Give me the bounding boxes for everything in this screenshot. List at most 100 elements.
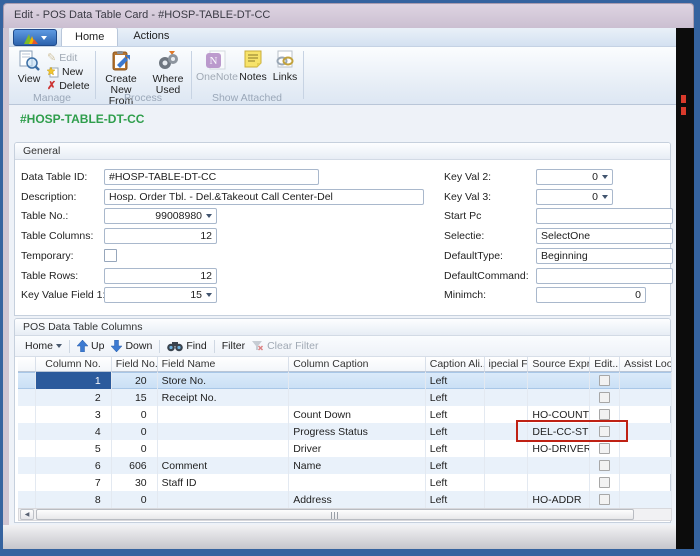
cell-special[interactable]: [485, 474, 529, 491]
cell-field_name[interactable]: [158, 406, 290, 423]
col-header-align[interactable]: Caption Ali...: [426, 357, 485, 372]
cell-field_name[interactable]: Store No.: [158, 372, 290, 389]
subform-header[interactable]: POS Data Table Columns: [15, 319, 670, 336]
cell-special[interactable]: [485, 440, 529, 457]
cell-edit[interactable]: [590, 457, 620, 474]
cell-edit[interactable]: [590, 474, 620, 491]
cell-column_no[interactable]: 3: [36, 406, 112, 423]
cell-align[interactable]: Left: [426, 457, 485, 474]
edit-checkbox[interactable]: [599, 460, 610, 471]
scrollbar-thumb[interactable]: [36, 509, 634, 520]
cell-caption[interactable]: Count Down: [289, 406, 426, 423]
cell-edit[interactable]: [590, 389, 620, 406]
dropdown-arrow-icon[interactable]: [602, 175, 608, 179]
horizontal-scrollbar[interactable]: ◀: [18, 508, 672, 521]
cell-field_no[interactable]: 606: [112, 457, 158, 474]
cell-field_no[interactable]: 0: [112, 440, 158, 457]
tab-home[interactable]: Home: [61, 28, 118, 46]
field-input[interactable]: [536, 268, 673, 284]
cell-align[interactable]: Left: [426, 372, 485, 389]
cell-source[interactable]: [528, 372, 590, 389]
cell-source[interactable]: HO-DRIVER: [528, 440, 590, 457]
cell-special[interactable]: [485, 491, 529, 508]
cell-field_name[interactable]: Staff ID: [158, 474, 290, 491]
cell-assist[interactable]: [620, 457, 672, 474]
field-input[interactable]: 0: [536, 287, 646, 303]
cell-column_no[interactable]: 1: [36, 372, 112, 389]
cell-selector[interactable]: [18, 423, 36, 440]
dropdown-arrow-icon[interactable]: [602, 195, 608, 199]
cell-field_name[interactable]: Comment: [158, 457, 290, 474]
cell-field_no[interactable]: 15: [112, 389, 158, 406]
col-header-edit[interactable]: Edit...: [590, 357, 620, 372]
col-header-caption[interactable]: Column Caption: [289, 357, 426, 372]
cell-selector[interactable]: [18, 440, 36, 457]
table-row[interactable]: 80 AddressLeft HO-ADDR: [18, 491, 672, 508]
cell-column_no[interactable]: 2: [36, 389, 112, 406]
edit-checkbox[interactable]: [599, 409, 610, 420]
edit-checkbox[interactable]: [599, 477, 610, 488]
table-row[interactable]: 50 DriverLeft HO-DRIVER: [18, 440, 672, 457]
cell-align[interactable]: Left: [426, 423, 485, 440]
cell-selector[interactable]: [18, 372, 36, 389]
cell-column_no[interactable]: 6: [36, 457, 112, 474]
edit-checkbox[interactable]: [599, 375, 610, 386]
cell-align[interactable]: Left: [426, 474, 485, 491]
view-button[interactable]: View: [13, 49, 45, 85]
cell-assist[interactable]: [620, 372, 672, 389]
cell-field_name[interactable]: [158, 491, 290, 508]
cell-align[interactable]: Left: [426, 491, 485, 508]
onenote-button[interactable]: N OneNote: [196, 49, 236, 83]
cell-source[interactable]: HO-ADDR: [528, 491, 590, 508]
find-button[interactable]: Find: [167, 340, 206, 352]
move-down-button[interactable]: Down: [111, 340, 152, 352]
table-row[interactable]: 6606CommentNameLeft: [18, 457, 672, 474]
field-input[interactable]: [536, 208, 673, 224]
cell-caption[interactable]: [289, 474, 426, 491]
edit-button[interactable]: ✎ Edit: [47, 51, 77, 64]
field-input[interactable]: 0: [536, 189, 613, 205]
clear-filter-button[interactable]: Clear Filter: [252, 340, 318, 352]
cell-caption[interactable]: Address: [289, 491, 426, 508]
tab-actions[interactable]: Actions: [120, 28, 182, 46]
general-fasttab-header[interactable]: General: [15, 143, 670, 160]
cell-align[interactable]: Left: [426, 406, 485, 423]
cell-source[interactable]: [528, 389, 590, 406]
move-up-button[interactable]: Up: [77, 340, 104, 352]
cell-selector[interactable]: [18, 457, 36, 474]
delete-button[interactable]: ✗ Delete: [47, 79, 90, 92]
cell-field_no[interactable]: 0: [112, 491, 158, 508]
col-header-assist[interactable]: Assist Look...: [620, 357, 672, 372]
notes-button[interactable]: Notes: [238, 49, 268, 83]
cell-assist[interactable]: [620, 440, 672, 457]
cell-selector[interactable]: [18, 389, 36, 406]
new-button[interactable]: New: [47, 65, 83, 78]
cell-special[interactable]: [485, 389, 529, 406]
cell-column_no[interactable]: 7: [36, 474, 112, 491]
table-row[interactable]: 730Staff IDLeft: [18, 474, 672, 491]
cell-special[interactable]: [485, 372, 529, 389]
application-menu-button[interactable]: [13, 29, 57, 46]
cell-source[interactable]: [528, 457, 590, 474]
col-header-special[interactable]: ipecial Fiel...: [485, 357, 529, 372]
cell-caption[interactable]: Driver: [289, 440, 426, 457]
cell-selector[interactable]: [18, 474, 36, 491]
cell-edit[interactable]: [590, 491, 620, 508]
cell-field_name[interactable]: [158, 423, 290, 440]
cell-field_name[interactable]: [158, 440, 290, 457]
cell-caption[interactable]: Progress Status: [289, 423, 426, 440]
cell-special[interactable]: [485, 457, 529, 474]
edit-checkbox[interactable]: [599, 392, 610, 403]
cell-assist[interactable]: [620, 474, 672, 491]
filter-button[interactable]: Filter: [222, 340, 245, 352]
cell-field_no[interactable]: 0: [112, 406, 158, 423]
cell-assist[interactable]: [620, 491, 672, 508]
cell-column_no[interactable]: 5: [36, 440, 112, 457]
field-input[interactable]: Beginning: [536, 248, 673, 264]
cell-align[interactable]: Left: [426, 440, 485, 457]
cell-edit[interactable]: [590, 372, 620, 389]
cell-caption[interactable]: Name: [289, 457, 426, 474]
cell-field_no[interactable]: 0: [112, 423, 158, 440]
where-used-button[interactable]: Where Used: [148, 49, 188, 96]
cell-column_no[interactable]: 8: [36, 491, 112, 508]
